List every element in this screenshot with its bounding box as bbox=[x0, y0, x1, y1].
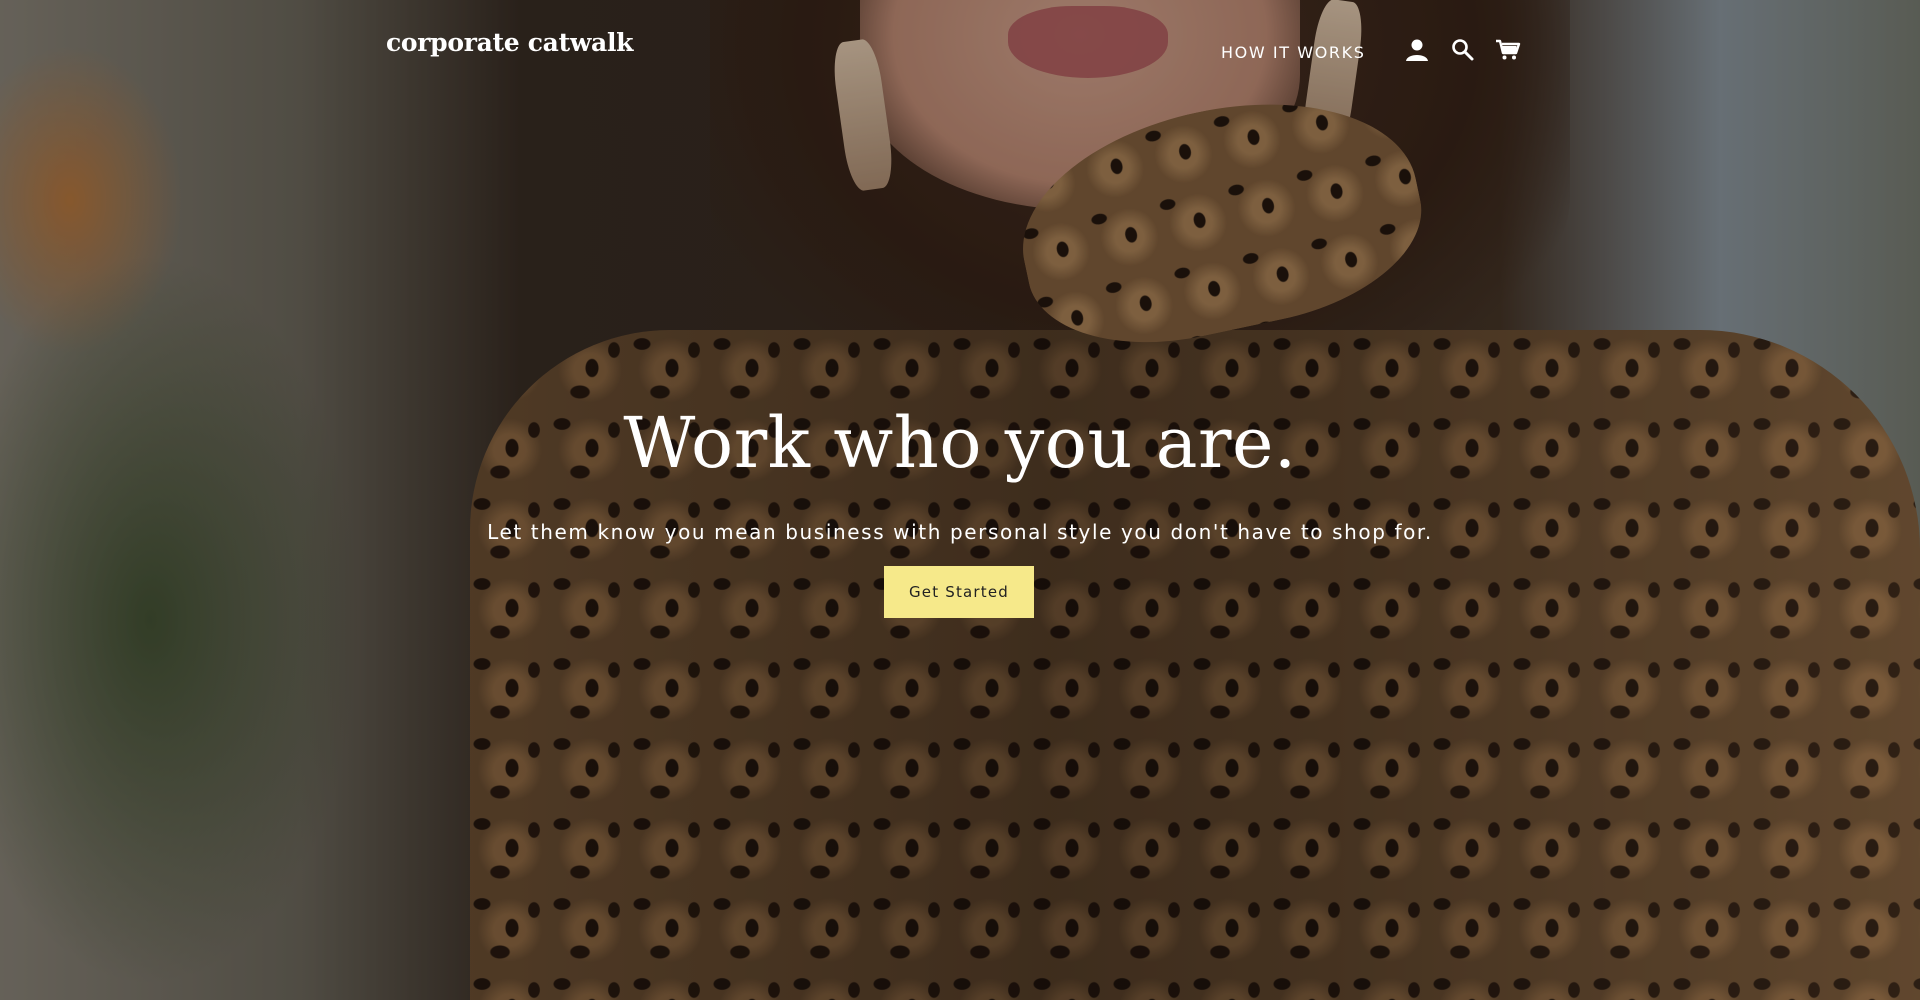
cart-icon[interactable] bbox=[1495, 37, 1521, 63]
site-header: corporate catwalk HOW IT WORKS bbox=[0, 0, 1920, 100]
get-started-button[interactable]: Get Started bbox=[884, 566, 1034, 618]
hero-banner: corporate catwalk HOW IT WORKS Work who … bbox=[0, 0, 1920, 1005]
nav-how-it-works[interactable]: HOW IT WORKS bbox=[1221, 43, 1366, 62]
hero-subtitle: Let them know you mean business with per… bbox=[487, 520, 1433, 544]
page-bottom-divider bbox=[0, 1000, 1920, 1005]
search-icon[interactable] bbox=[1450, 37, 1476, 63]
hero-overlay bbox=[0, 0, 1920, 1005]
account-icon[interactable] bbox=[1404, 37, 1430, 63]
site-logo[interactable]: corporate catwalk bbox=[386, 28, 633, 57]
hero-title: Work who you are. bbox=[623, 402, 1297, 484]
